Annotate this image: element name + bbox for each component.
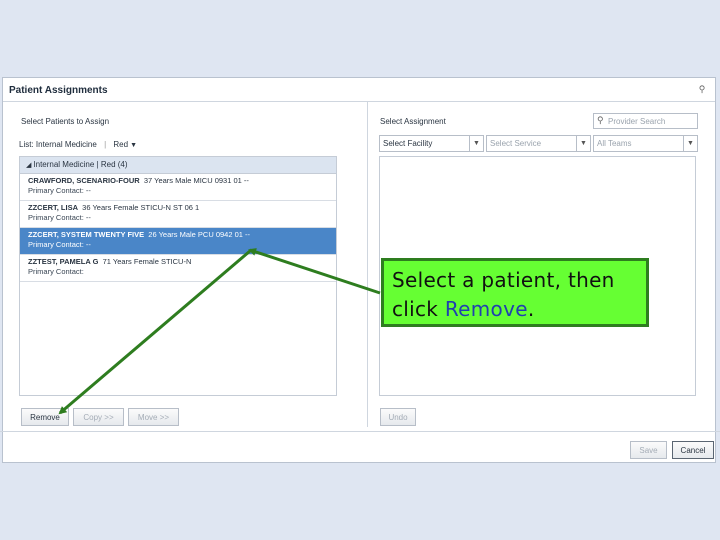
move-button[interactable]: Move >>: [128, 408, 179, 426]
patient-contact: Primary Contact:: [28, 267, 84, 276]
teams-select[interactable]: All Teams ▼: [593, 135, 698, 152]
patient-row-selected[interactable]: ZZCERT, SYSTEM TWENTY FIVE 26 Years Male…: [20, 228, 336, 255]
footer-divider: [0, 431, 720, 432]
callout-keyword: Remove: [444, 297, 528, 321]
group-header-label: Internal Medicine | Red (4): [33, 160, 128, 169]
patient-details: 36 Years Female STICU-N ST 06 1: [82, 203, 200, 212]
callout-line-2: click Remove.: [392, 295, 646, 324]
search-icon: ⚲: [597, 115, 604, 125]
provider-search-input[interactable]: [608, 115, 694, 127]
save-button[interactable]: Save: [630, 441, 667, 459]
patient-row[interactable]: ZZCERT, LISA 36 Years Female STICU-N ST …: [20, 201, 336, 228]
select-patients-label: Select Patients to Assign: [21, 117, 110, 126]
patient-contact: Primary Contact: --: [28, 240, 91, 249]
select-assignment-label: Select Assignment: [380, 117, 446, 126]
provider-search-box: ⚲: [593, 113, 698, 129]
chevron-down-icon: ▼: [469, 136, 483, 151]
undo-button[interactable]: Undo: [380, 408, 416, 426]
patient-row[interactable]: CRAWFORD, SCENARIO-FOUR 37 Years Male MI…: [20, 174, 336, 201]
patient-details: 71 Years Female STICU-N: [102, 257, 192, 266]
pin-icon[interactable]: ⚲: [697, 84, 707, 94]
patient-name: ZZCERT, LISA: [28, 203, 78, 212]
list-selector: List: Internal Medicine | Red ▼: [19, 140, 137, 149]
service-select[interactable]: Select Service ▼: [486, 135, 591, 152]
chevron-down-icon: ▼: [576, 136, 590, 151]
facility-select[interactable]: Select Facility ▼: [379, 135, 484, 152]
patient-details: 26 Years Male PCU 0942 01 --: [148, 230, 251, 239]
cancel-button[interactable]: Cancel: [672, 441, 714, 459]
patient-list: ◢ Internal Medicine | Red (4) CRAWFORD, S…: [19, 156, 337, 396]
patient-name: ZZCERT, SYSTEM TWENTY FIVE: [28, 230, 145, 239]
list-filter-dropdown[interactable]: Red ▼: [113, 140, 137, 149]
list-prefix: List:: [19, 140, 34, 149]
collapse-triangle-icon: ◢: [26, 162, 32, 169]
patient-contact: Primary Contact: --: [28, 186, 91, 195]
list-name-link[interactable]: Internal Medicine: [36, 140, 97, 149]
group-header[interactable]: ◢ Internal Medicine | Red (4): [20, 157, 336, 174]
list-filter-label: Red: [113, 140, 129, 149]
callout-suffix: .: [527, 297, 535, 321]
remove-button[interactable]: Remove: [21, 408, 69, 426]
title-divider: [3, 101, 715, 102]
instruction-callout: Select a patient, then click Remove.: [381, 258, 649, 327]
copy-button[interactable]: Copy >>: [73, 408, 124, 426]
panel-divider: [367, 101, 368, 427]
dialog-title: Patient Assignments: [9, 85, 108, 96]
patient-contact: Primary Contact: --: [28, 213, 91, 222]
service-select-value: Select Service: [490, 139, 542, 148]
list-separator: |: [104, 140, 107, 149]
patient-name: CRAWFORD, SCENARIO-FOUR: [28, 176, 140, 185]
callout-prefix: click: [392, 297, 445, 321]
patient-details: 37 Years Male MICU 0931 01 --: [143, 176, 249, 185]
facility-select-value: Select Facility: [383, 139, 433, 148]
caret-down-icon: ▼: [130, 142, 137, 149]
teams-select-value: All Teams: [597, 139, 632, 148]
chevron-down-icon: ▼: [683, 136, 697, 151]
patient-name: ZZTEST, PAMELA G: [28, 257, 99, 266]
callout-line-1: Select a patient, then: [392, 268, 615, 292]
patient-row[interactable]: ZZTEST, PAMELA G 71 Years Female STICU-N…: [20, 255, 336, 282]
